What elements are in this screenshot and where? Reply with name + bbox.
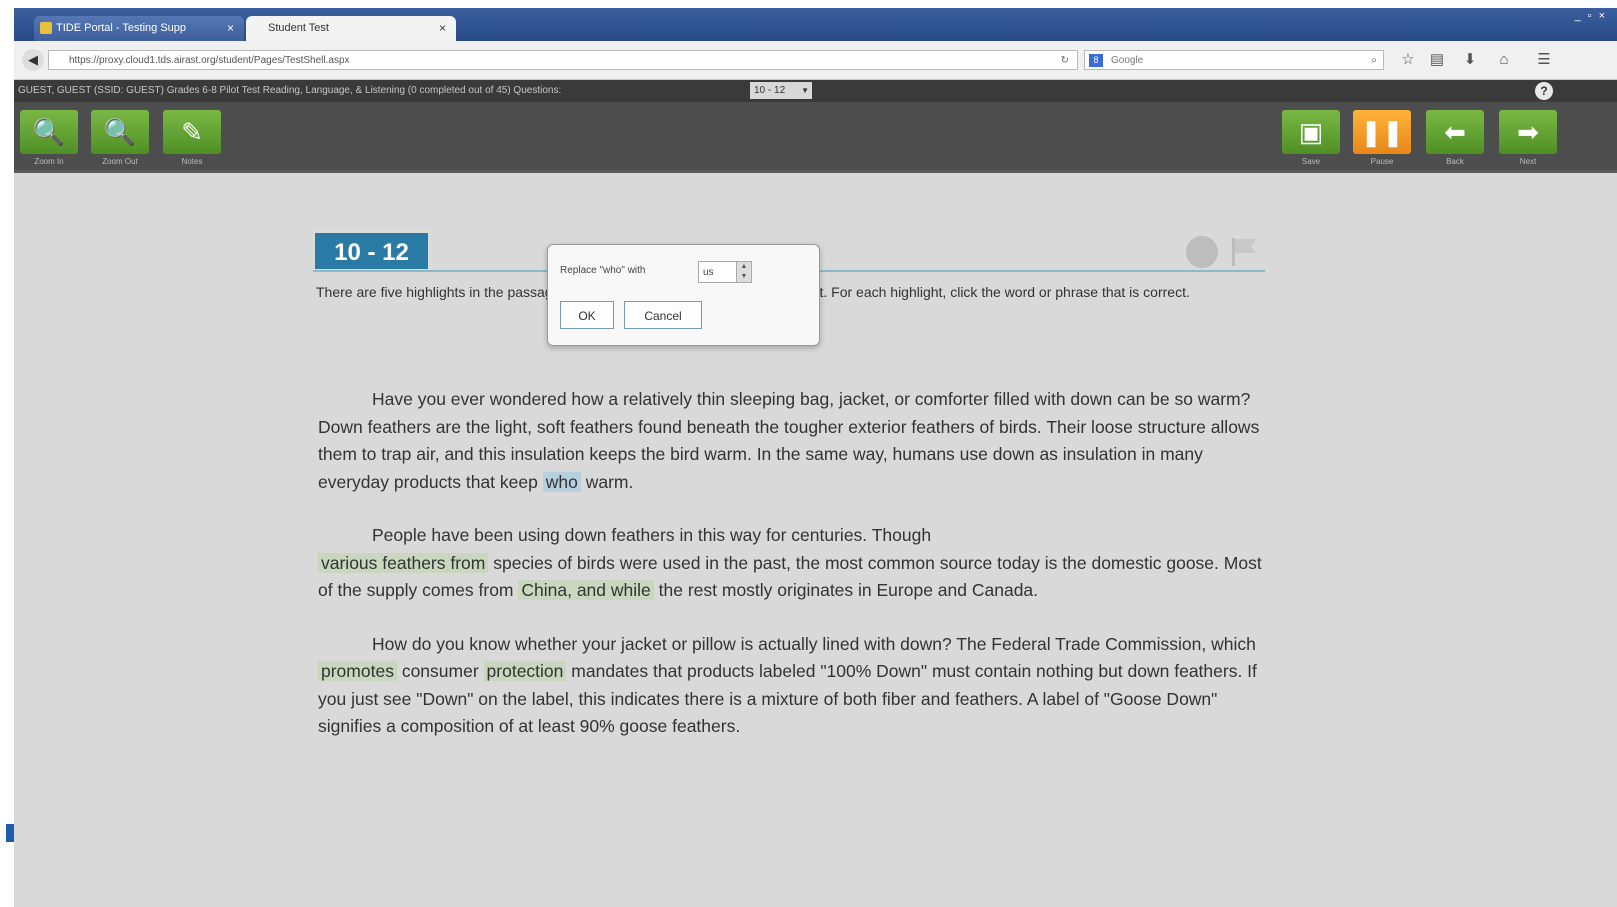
passage-text: consumer bbox=[401, 661, 479, 681]
test-info-bar: GUEST, GUEST (SSID: GUEST) Grades 6-8 Pi… bbox=[14, 80, 1617, 102]
browser-tab-tide-portal[interactable]: TIDE Portal - Testing Supp × bbox=[34, 16, 244, 41]
replacement-select[interactable]: us ▲ ▼ bbox=[698, 261, 752, 283]
zoom-out-icon: 🔍 bbox=[103, 117, 137, 147]
notes-button[interactable]: ✎ bbox=[163, 110, 221, 154]
reload-icon[interactable]: ↻ bbox=[1061, 51, 1069, 69]
downloads-icon[interactable]: ⬇ bbox=[1460, 50, 1480, 70]
flag-icon[interactable] bbox=[1228, 236, 1260, 268]
passage-text: Have you ever wondered how a relatively … bbox=[318, 389, 1260, 492]
context-menu-icon[interactable] bbox=[1186, 236, 1218, 268]
favicon-icon bbox=[40, 22, 52, 34]
cancel-button[interactable]: Cancel bbox=[624, 301, 702, 329]
pause-icon: ❚❚ bbox=[1360, 117, 1404, 147]
question-select[interactable]: 10 - 12 ▼ bbox=[750, 82, 812, 99]
window-controls[interactable]: _ ▫ × bbox=[1574, 10, 1607, 22]
highlight-choice-promotes[interactable]: promotes bbox=[318, 661, 397, 681]
passage-text: How do you know whether your jacket or p… bbox=[372, 633, 1256, 654]
question-select-value: 10 - 12 bbox=[754, 85, 786, 96]
spinner-arrows-icon[interactable]: ▲ ▼ bbox=[736, 262, 751, 282]
chevron-down-icon: ▼ bbox=[801, 86, 809, 95]
star-icon[interactable]: ☆ bbox=[1398, 50, 1418, 70]
search-placeholder: Google bbox=[1111, 55, 1144, 66]
question-number-badge: 10 - 12 bbox=[313, 231, 430, 271]
search-icon[interactable]: ⌕ bbox=[1371, 51, 1377, 71]
new-tab-button[interactable]: + bbox=[448, 14, 456, 30]
highlight-choice-various-feathers[interactable]: various feathers from bbox=[318, 552, 489, 573]
tab-label: Student Test bbox=[268, 22, 329, 34]
bookmarks-icon[interactable]: ▤ bbox=[1427, 50, 1447, 70]
browser-title-bar: TIDE Portal - Testing Supp × Student Tes… bbox=[14, 8, 1617, 41]
browser-tab-student-test[interactable]: Student Test × bbox=[246, 16, 456, 41]
window-left-edge bbox=[0, 0, 6, 907]
test-info-text: GUEST, GUEST (SSID: GUEST) Grades 6-8 Pi… bbox=[18, 85, 562, 96]
ok-button[interactable]: OK bbox=[560, 301, 614, 329]
zoom-in-label: Zoom In bbox=[34, 157, 64, 166]
passage-paragraph: Have you ever wondered how a relatively … bbox=[318, 386, 1268, 496]
back-label: Back bbox=[1446, 157, 1464, 166]
passage-text: the rest mostly originates in Europe and… bbox=[658, 580, 1039, 600]
browser-back-button[interactable]: ◀ bbox=[22, 49, 44, 71]
pause-label: Pause bbox=[1370, 157, 1394, 166]
notes-label: Notes bbox=[181, 157, 203, 166]
zoom-out-label: Zoom Out bbox=[102, 157, 138, 166]
tab-label: TIDE Portal - Testing Supp bbox=[56, 22, 187, 34]
reading-passage: Have you ever wondered how a relatively … bbox=[318, 386, 1268, 767]
replacement-select-value: us bbox=[703, 267, 714, 278]
url-text: https://proxy.cloud1.tds.airast.org/stud… bbox=[69, 55, 350, 66]
highlight-choice-who[interactable]: who bbox=[542, 471, 581, 492]
search-engine-icon: 8 bbox=[1089, 54, 1103, 67]
highlight-choice-china[interactable]: China, and while bbox=[518, 580, 654, 600]
zoom-in-icon: 🔍 bbox=[32, 117, 66, 147]
back-button[interactable]: ⬅ bbox=[1426, 110, 1484, 154]
notes-icon: ✎ bbox=[181, 117, 203, 147]
passage-paragraph: People have been using down feathers in … bbox=[318, 522, 1268, 605]
menu-icon[interactable]: ☰ bbox=[1534, 50, 1554, 70]
home-icon[interactable]: ⌂ bbox=[1494, 50, 1514, 70]
back-arrow-icon: ⬅ bbox=[1444, 117, 1466, 147]
save-icon: ▣ bbox=[1298, 117, 1324, 147]
next-arrow-icon: ➡ bbox=[1517, 117, 1539, 147]
save-button[interactable]: ▣ bbox=[1282, 110, 1340, 154]
replace-word-dialog: Replace "who" with us ▲ ▼ OK Cancel bbox=[547, 244, 820, 346]
save-label: Save bbox=[1301, 157, 1321, 166]
next-button[interactable]: ➡ bbox=[1499, 110, 1557, 154]
close-tab-icon[interactable]: × bbox=[227, 16, 234, 41]
taskbar-edge-marker bbox=[6, 824, 14, 842]
passage-text: warm. bbox=[585, 471, 634, 492]
passage-text: People have been using down feathers in … bbox=[372, 525, 932, 545]
highlight-choice-protection[interactable]: protection bbox=[483, 661, 567, 681]
zoom-out-button[interactable]: 🔍 bbox=[91, 110, 149, 154]
replace-dialog-label: Replace "who" with bbox=[560, 265, 646, 276]
next-label: Next bbox=[1519, 157, 1537, 166]
pause-button[interactable]: ❚❚ bbox=[1353, 110, 1411, 154]
help-icon[interactable]: ? bbox=[1535, 82, 1553, 100]
zoom-in-button[interactable]: 🔍 bbox=[20, 110, 78, 154]
passage-paragraph: How do you know whether your jacket or p… bbox=[318, 631, 1268, 741]
close-tab-icon[interactable]: × bbox=[439, 16, 446, 41]
search-input[interactable]: 8 Google ⌕ bbox=[1084, 50, 1384, 70]
url-bar[interactable]: https://proxy.cloud1.tds.airast.org/stud… bbox=[48, 50, 1078, 70]
